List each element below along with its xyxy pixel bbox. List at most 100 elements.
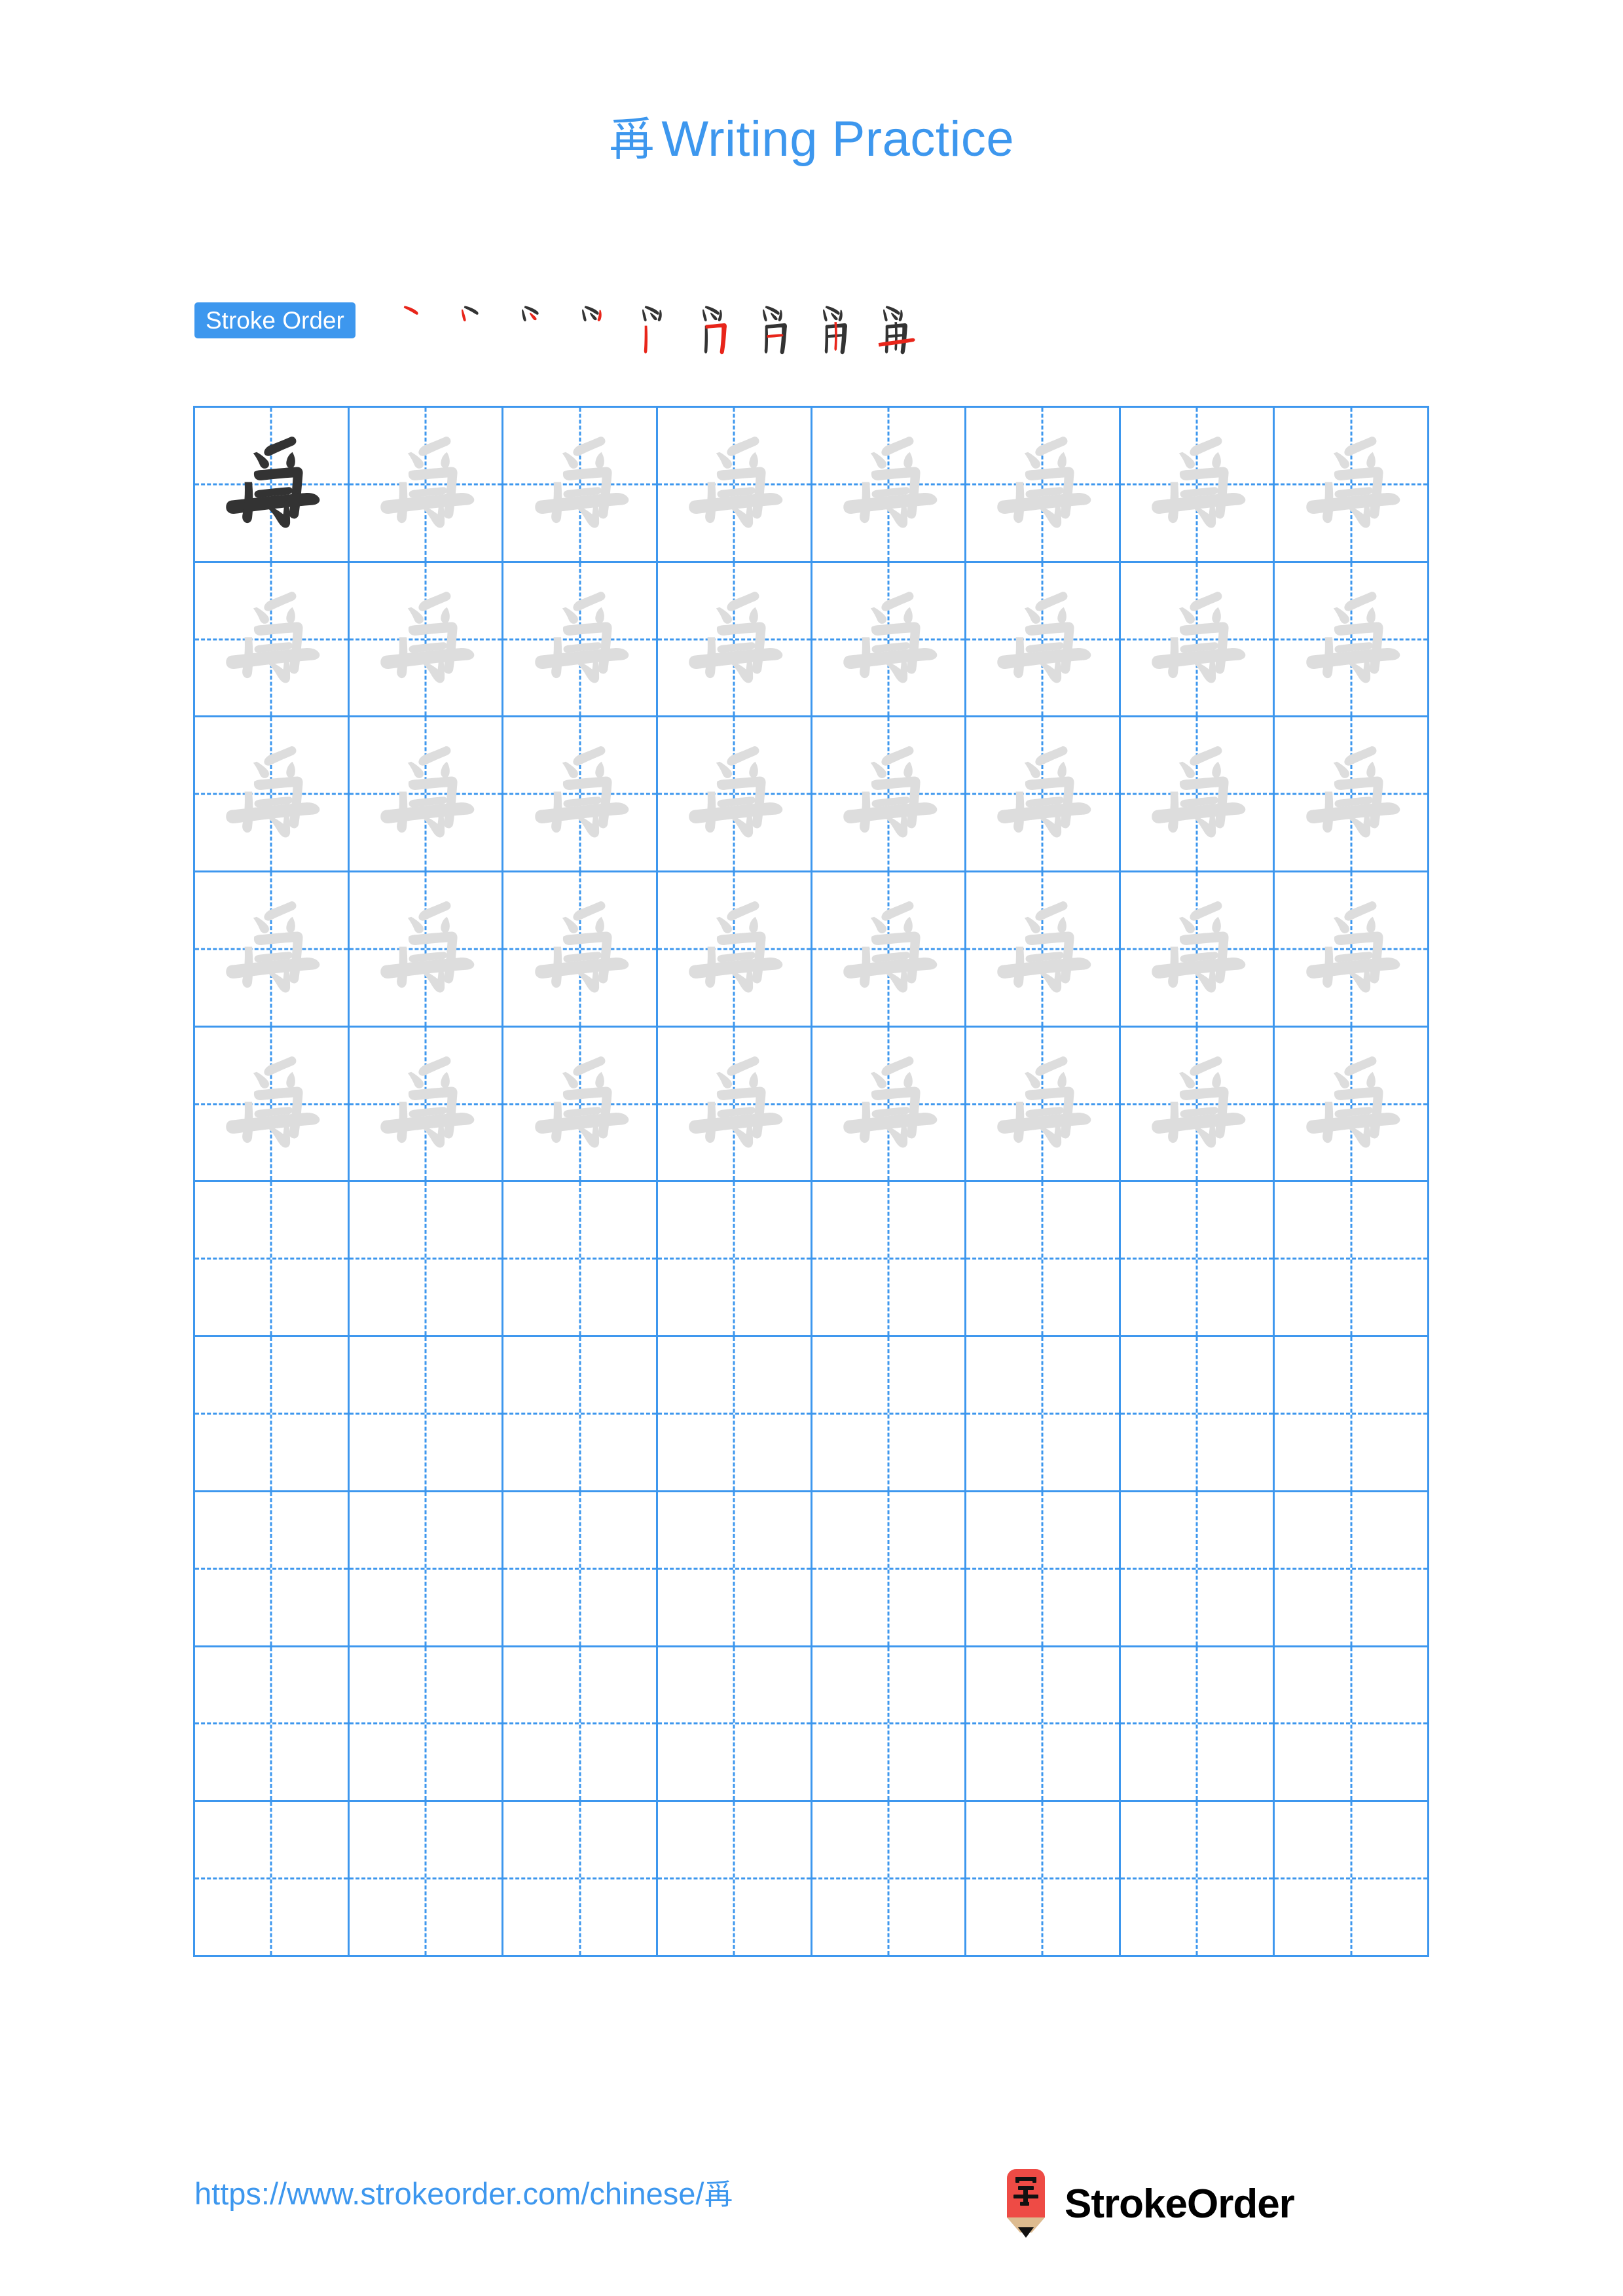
practice-cell-r6-c4[interactable] [657,1182,812,1338]
practice-cell-r1-c7[interactable] [1120,408,1275,563]
practice-cell-r3-c7[interactable] [1120,717,1275,873]
practice-cell-r2-c2[interactable] [349,562,504,718]
practice-cell-r2-c6[interactable] [966,562,1121,718]
practice-cell-r1-c1[interactable] [195,408,350,563]
practice-cell-r6-c1[interactable] [195,1182,350,1338]
practice-cell-r5-c7[interactable] [1120,1027,1275,1183]
practice-cell-r2-c5[interactable] [812,562,967,718]
practice-cell-r5-c2[interactable] [349,1027,504,1183]
page-title: 爯 Writing Practice [609,115,1014,164]
practice-cell-r7-c3[interactable] [503,1337,658,1492]
practice-cell-r10-c8[interactable] [1275,1802,1429,1957]
practice-cell-r10-c4[interactable] [657,1802,812,1957]
practice-cell-r4-c8[interactable] [1275,872,1429,1028]
practice-cell-r7-c8[interactable] [1275,1337,1429,1492]
source-url-text: https://www.strokeorder.com/chinese/ [194,2176,704,2211]
practice-cell-r6-c6[interactable] [966,1182,1121,1338]
practice-cell-r8-c1[interactable] [195,1492,350,1647]
practice-cell-r10-c1[interactable] [195,1802,350,1957]
practice-cell-r3-c6[interactable] [966,717,1121,873]
practice-cell-r5-c8[interactable] [1275,1027,1429,1183]
practice-character [195,408,348,561]
practice-cell-r9-c7[interactable] [1120,1647,1275,1803]
practice-character [658,717,811,870]
practice-cell-r7-c2[interactable] [349,1337,504,1492]
practice-cell-r5-c1[interactable] [195,1027,350,1183]
practice-character [812,563,965,716]
practice-character [350,1028,502,1181]
practice-cell-r10-c6[interactable] [966,1802,1121,1957]
practice-cell-r6-c8[interactable] [1275,1182,1429,1338]
practice-character [1275,408,1427,561]
practice-cell-r8-c6[interactable] [966,1492,1121,1647]
practice-cell-r8-c4[interactable] [657,1492,812,1647]
practice-cell-r3-c2[interactable] [349,717,504,873]
practice-cell-r6-c3[interactable] [503,1182,658,1338]
practice-character [1275,563,1427,716]
practice-cell-r3-c5[interactable] [812,717,967,873]
practice-cell-r5-c5[interactable] [812,1027,967,1183]
practice-character [966,1028,1119,1181]
practice-cell-r3-c1[interactable] [195,717,350,873]
practice-cell-r4-c2[interactable] [349,872,504,1028]
stroke-step-9 [867,295,928,365]
practice-cell-r8-c7[interactable] [1120,1492,1275,1647]
practice-cell-r4-c7[interactable] [1120,872,1275,1028]
practice-cell-r9-c1[interactable] [195,1647,350,1803]
practice-cell-r8-c3[interactable] [503,1492,658,1647]
practice-cell-r7-c1[interactable] [195,1337,350,1492]
stroke-order-section: Stroke Order [194,302,928,365]
source-url-link[interactable]: https://www.strokeorder.com/chinese/爯 [194,2178,733,2210]
practice-cell-r8-c2[interactable] [349,1492,504,1647]
practice-character [503,872,656,1026]
practice-cell-r3-c8[interactable] [1275,717,1429,873]
practice-cell-r7-c6[interactable] [966,1337,1121,1492]
practice-cell-r5-c6[interactable] [966,1027,1121,1183]
practice-cell-r4-c5[interactable] [812,872,967,1028]
practice-cell-r5-c4[interactable] [657,1027,812,1183]
practice-cell-r2-c4[interactable] [657,562,812,718]
practice-cell-r4-c1[interactable] [195,872,350,1028]
practice-character [1121,408,1273,561]
practice-cell-r6-c7[interactable] [1120,1182,1275,1338]
practice-cell-r8-c5[interactable] [812,1492,967,1647]
practice-cell-r4-c3[interactable] [503,872,658,1028]
practice-cell-r6-c5[interactable] [812,1182,967,1338]
stroke-step-1 [386,295,446,365]
practice-cell-r9-c8[interactable] [1275,1647,1429,1803]
practice-cell-r10-c2[interactable] [349,1802,504,1957]
source-url-character: 爯 [704,2178,733,2212]
practice-cell-r9-c4[interactable] [657,1647,812,1803]
practice-cell-r7-c7[interactable] [1120,1337,1275,1492]
practice-cell-r6-c2[interactable] [349,1182,504,1338]
practice-cell-r1-c4[interactable] [657,408,812,563]
practice-cell-r9-c6[interactable] [966,1647,1121,1803]
practice-cell-r1-c8[interactable] [1275,408,1429,563]
practice-cell-r9-c5[interactable] [812,1647,967,1803]
practice-cell-r1-c5[interactable] [812,408,967,563]
practice-cell-r9-c2[interactable] [349,1647,504,1803]
stroke-step-6 [687,295,747,365]
practice-cell-r9-c3[interactable] [503,1647,658,1803]
practice-cell-r3-c3[interactable] [503,717,658,873]
practice-cell-r7-c4[interactable] [657,1337,812,1492]
practice-cell-r1-c6[interactable] [966,408,1121,563]
practice-cell-r8-c8[interactable] [1275,1492,1429,1647]
practice-cell-r10-c5[interactable] [812,1802,967,1957]
practice-character [812,717,965,870]
stroke-step-3 [506,295,566,365]
practice-cell-r10-c3[interactable] [503,1802,658,1957]
stroke-step-2 [446,295,506,365]
practice-cell-r4-c6[interactable] [966,872,1121,1028]
practice-cell-r1-c2[interactable] [349,408,504,563]
practice-cell-r2-c7[interactable] [1120,562,1275,718]
practice-cell-r4-c4[interactable] [657,872,812,1028]
practice-cell-r5-c3[interactable] [503,1027,658,1183]
practice-cell-r2-c3[interactable] [503,562,658,718]
practice-cell-r1-c3[interactable] [503,408,658,563]
practice-cell-r3-c4[interactable] [657,717,812,873]
practice-cell-r10-c7[interactable] [1120,1802,1275,1957]
practice-cell-r2-c8[interactable] [1275,562,1429,718]
practice-cell-r2-c1[interactable] [195,562,350,718]
practice-cell-r7-c5[interactable] [812,1337,967,1492]
